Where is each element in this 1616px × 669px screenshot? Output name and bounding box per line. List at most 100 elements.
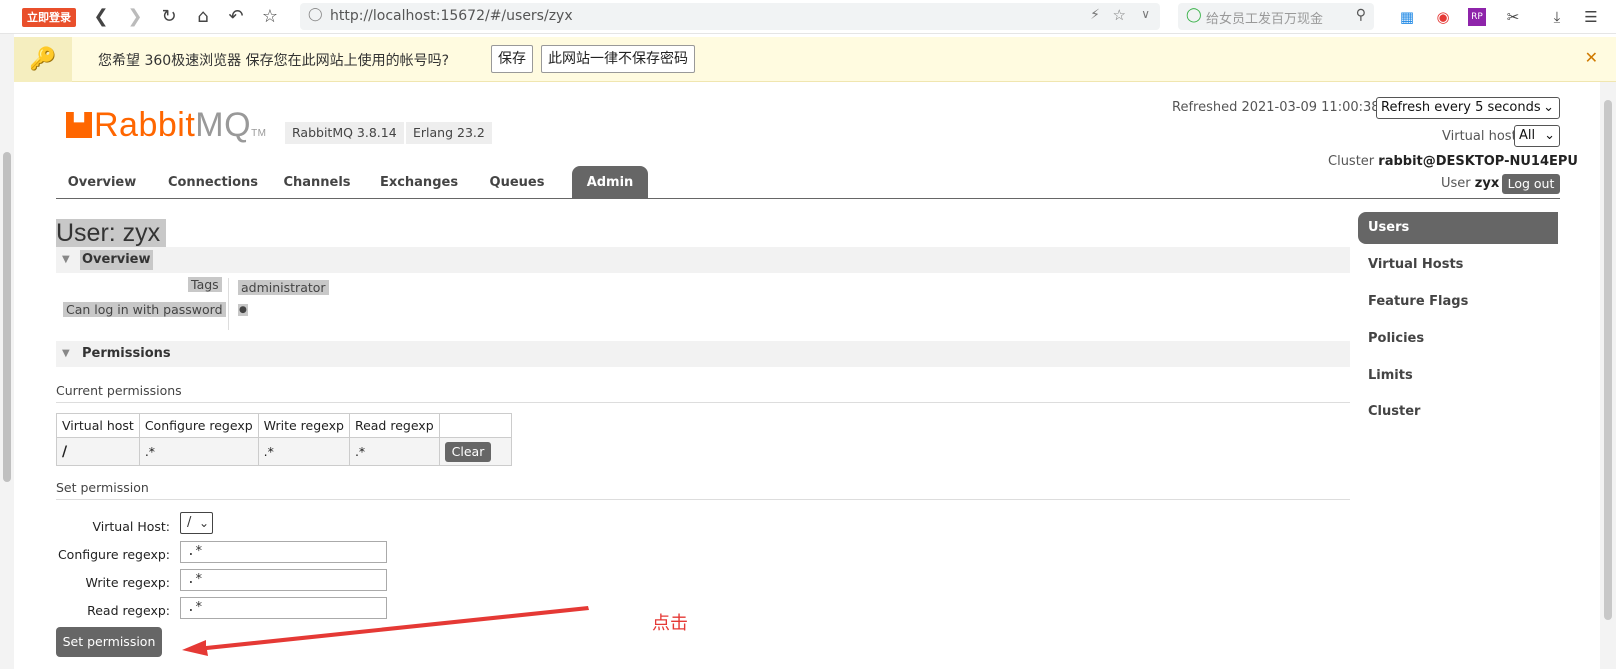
sidebar-item-virtual-hosts[interactable]: Virtual Hosts	[1358, 249, 1558, 281]
column-header: Write regexp	[257, 413, 350, 438]
chevron-down-icon[interactable]: ∨	[1141, 7, 1150, 21]
sidebar-item-limits[interactable]: Limits	[1358, 360, 1558, 392]
forward-icon[interactable]: ❯	[124, 6, 146, 28]
home-icon[interactable]: ⌂	[192, 6, 214, 28]
sidebar-item-policies[interactable]: Policies	[1358, 323, 1558, 355]
column-header: Virtual host	[56, 413, 140, 438]
overview-heading: Overview	[80, 250, 153, 270]
vhost-field-select[interactable]: / ⌄	[180, 512, 213, 534]
vhost-field-label: Virtual Host:	[92, 519, 171, 534]
game-icon[interactable]: ◉	[1432, 6, 1454, 28]
tab-overview[interactable]: Overview	[60, 166, 144, 199]
page-title: User: zyx	[56, 219, 167, 248]
lightning-icon[interactable]: ⚡	[1090, 7, 1100, 23]
tab-queues[interactable]: Queues	[484, 166, 550, 199]
annotation-arrow	[182, 606, 589, 656]
bookmark-star-icon[interactable]: ☆	[259, 6, 281, 28]
rabbitmq-logo[interactable]: RabbitMQTM	[66, 106, 267, 145]
tab-connections[interactable]: Connections	[164, 166, 262, 199]
reload-icon[interactable]: ↻	[158, 6, 180, 28]
key-icon: 🔑	[14, 37, 72, 82]
apps-icon[interactable]: ▦	[1396, 6, 1418, 28]
refresh-select[interactable]: Refresh every 5 seconds ⌄	[1376, 97, 1560, 119]
collapse-triangle-icon: ▼	[62, 348, 70, 359]
clear-button[interactable]: Clear	[444, 441, 492, 462]
never-save-button[interactable]: 此网站一律不保存密码	[541, 45, 695, 73]
download-icon[interactable]: ⤓	[1546, 6, 1568, 28]
table-row: / .* .* .* Clear	[56, 437, 512, 466]
close-icon[interactable]: ✕	[1585, 48, 1598, 67]
menu-icon[interactable]: ☰	[1580, 6, 1602, 28]
url-text: http://localhost:15672/#/users/zyx	[330, 8, 573, 24]
rp-extension-icon[interactable]: RP	[1468, 8, 1486, 26]
main-nav: Overview Connections Channels Exchanges …	[56, 166, 1560, 199]
tab-channels[interactable]: Channels	[280, 166, 354, 199]
search-placeholder: 给女员工发百万现金	[1206, 12, 1324, 27]
save-password-button[interactable]: 保存	[491, 45, 533, 73]
password-save-bar: 🔑 您希望 360极速浏览器 保存您在此网站上使用的帐号吗? 保存 此网站一律不…	[14, 37, 1616, 82]
login-badge[interactable]: 立即登录	[22, 8, 76, 27]
write-cell: .*	[257, 437, 350, 466]
vhost-select[interactable]: All ⌄	[1514, 125, 1560, 147]
divider	[228, 278, 229, 330]
sidebar-item-cluster[interactable]: Cluster	[1358, 396, 1558, 428]
vhost-select-value: All	[1519, 128, 1536, 143]
search-engine-icon: ◯	[1186, 7, 1202, 23]
annotation-text: 点击	[652, 613, 688, 634]
collapse-triangle-icon: ▼	[62, 254, 70, 265]
scissors-icon[interactable]: ✂	[1502, 6, 1524, 28]
tags-value: administrator	[238, 280, 329, 295]
back-icon[interactable]: ❮	[90, 6, 112, 28]
column-header: Read regexp	[348, 413, 440, 438]
erlang-badge: Erlang 23.2	[406, 122, 492, 144]
configure-cell: .*	[138, 437, 259, 466]
vhost-cell: /	[56, 437, 140, 466]
permissions-section-header[interactable]: ▼ Permissions	[56, 341, 1350, 367]
address-bar[interactable]: ◯ http://localhost:15672/#/users/zyx ⚡ ☆…	[300, 3, 1160, 30]
login-with-password-value: ●	[238, 304, 248, 316]
chevron-down-icon: ⌄	[1544, 128, 1555, 143]
table-header-row: Virtual host Configure regexp Write rege…	[56, 413, 512, 438]
login-with-password-label: Can log in with password	[63, 302, 226, 317]
sidebar-item-feature-flags[interactable]: Feature Flags	[1358, 286, 1558, 318]
vhost-field-value: /	[187, 515, 192, 530]
refreshed-timestamp: Refreshed 2021-03-09 11:00:38	[1172, 100, 1380, 115]
tags-label: Tags	[188, 277, 222, 292]
configure-regexp-label: Configure regexp:	[57, 547, 170, 562]
write-regexp-label: Write regexp:	[85, 575, 170, 590]
left-scrollbar[interactable]	[0, 34, 14, 669]
set-permission-label: Set permission	[56, 480, 1350, 500]
chevron-down-icon: ⌄	[1543, 100, 1554, 115]
browser-toolbar: 立即登录 ❮ ❯ ↻ ⌂ ↶ ☆ ◯ http://localhost:1567…	[0, 0, 1616, 34]
set-permission-button[interactable]: Set permission	[56, 627, 162, 657]
page-scrollbar[interactable]	[1600, 82, 1616, 669]
logo-mq-text: MQ	[195, 106, 252, 144]
column-header-action	[438, 413, 512, 438]
refresh-select-value: Refresh every 5 seconds	[1381, 100, 1541, 115]
star-icon[interactable]: ☆	[1113, 6, 1126, 24]
configure-regexp-input[interactable]: .*	[180, 541, 387, 563]
logo-text: Rabbit	[94, 106, 196, 144]
search-icon[interactable]: ⚲	[1356, 7, 1366, 23]
tab-exchanges[interactable]: Exchanges	[374, 166, 464, 199]
current-permissions-label: Current permissions	[56, 383, 1350, 403]
sidebar-item-users[interactable]: Users	[1358, 212, 1558, 244]
column-header: Configure regexp	[138, 413, 259, 438]
chevron-down-icon: ⌄	[198, 516, 209, 530]
write-regexp-input[interactable]: .*	[180, 569, 387, 591]
permissions-heading: Permissions	[82, 346, 171, 361]
overview-section-header[interactable]: ▼ Overview	[56, 247, 1350, 273]
password-save-message: 您希望 360极速浏览器 保存您在此网站上使用的帐号吗?	[98, 53, 450, 69]
shield-icon: ◯	[308, 7, 323, 22]
vhost-label: Virtual host	[1442, 129, 1517, 144]
search-box[interactable]: ◯ 给女员工发百万现金 ⚲	[1178, 3, 1374, 30]
permissions-table: Virtual host Configure regexp Write rege…	[56, 413, 512, 466]
logo-tm: TM	[251, 128, 267, 139]
tab-admin[interactable]: Admin	[572, 166, 648, 199]
rabbit-logo-icon	[66, 112, 92, 138]
read-cell: .*	[348, 437, 440, 466]
version-badge: RabbitMQ 3.8.14	[285, 122, 404, 144]
undo-icon[interactable]: ↶	[225, 6, 247, 28]
read-regexp-label: Read regexp:	[87, 603, 170, 618]
action-cell: Clear	[438, 437, 512, 466]
